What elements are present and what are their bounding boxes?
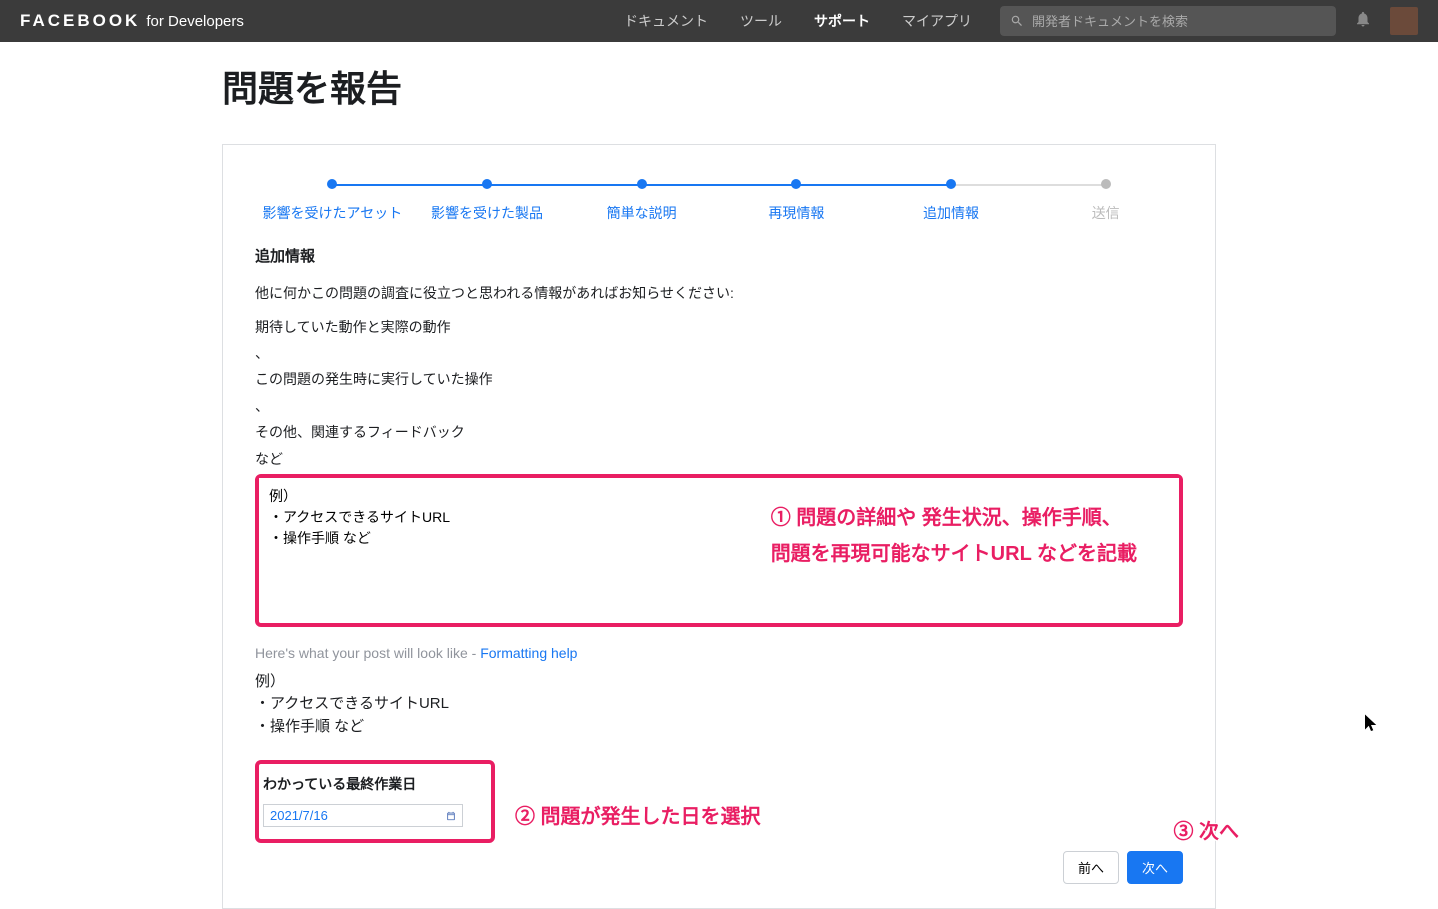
date-section: わかっている最終作業日 ② 問題が発生した日を選択 <box>255 760 495 843</box>
date-input[interactable] <box>270 808 446 823</box>
help-comma-2: 、 <box>255 395 1183 417</box>
step-label: 影響を受けた製品 <box>410 203 565 223</box>
step-assets[interactable]: 影響を受けたアセット <box>255 179 410 223</box>
step-label: 送信 <box>1028 203 1183 223</box>
step-label: 影響を受けたアセット <box>255 203 410 223</box>
brand-sub-text: for Developers <box>146 13 244 30</box>
page-title: 問題を報告 <box>222 60 1216 112</box>
nav-links: ドキュメント ツール サポート マイアプリ <box>624 11 972 31</box>
formatting-help-link[interactable]: Formatting help <box>480 645 577 661</box>
form-card: 影響を受けたアセット 影響を受けた製品 簡単な説明 再現情報 追加情報 送信 <box>222 144 1216 909</box>
preview-label: Here's what your post will look like - F… <box>255 645 1183 661</box>
annotation-2: ② 問題が発生した日を選択 <box>515 800 761 829</box>
annotation-1: ① 問題の詳細や 発生状況、操作手順、 問題を再現可能なサイトURL などを記載 <box>771 500 1137 572</box>
annotation-1-line2: 問題を再現可能なサイトURL などを記載 <box>771 536 1137 572</box>
section-title: 追加情報 <box>255 245 1183 266</box>
step-label: 再現情報 <box>719 203 874 223</box>
calendar-icon[interactable] <box>446 809 456 823</box>
search-input[interactable] <box>1032 14 1326 29</box>
cursor-icon <box>1362 711 1380 733</box>
help-line-3: その他、関連するフィードバック <box>255 421 1183 443</box>
step-label: 追加情報 <box>874 203 1029 223</box>
date-annotation-box: わかっている最終作業日 <box>255 760 495 843</box>
stepper: 影響を受けたアセット 影響を受けた製品 簡単な説明 再現情報 追加情報 送信 <box>255 179 1183 223</box>
brand-main-text: FACEBOOK <box>20 11 140 31</box>
preview-line-2: ・アクセスできるサイトURL <box>255 693 1183 716</box>
prev-button[interactable]: 前へ <box>1063 851 1119 884</box>
help-comma-1: 、 <box>255 342 1183 364</box>
navbar: FACEBOOK for Developers ドキュメント ツール サポート … <box>0 0 1438 42</box>
step-label: 簡単な説明 <box>564 203 719 223</box>
search-icon <box>1010 14 1024 28</box>
next-button[interactable]: 次へ <box>1127 851 1183 884</box>
date-input-wrap[interactable] <box>263 804 463 827</box>
bell-icon[interactable] <box>1354 10 1372 33</box>
help-line-1: 期待していた動作と実際の動作 <box>255 316 1183 338</box>
avatar[interactable] <box>1390 7 1418 35</box>
preview-label-prefix: Here's what your post will look like - <box>255 645 480 661</box>
preview-line-1: 例） <box>255 671 1183 694</box>
preview-line-3: ・操作手順 など <box>255 716 1183 739</box>
help-line-2: この問題の発生時に実行していた操作 <box>255 368 1183 390</box>
nav-tools[interactable]: ツール <box>740 11 782 31</box>
nav-support[interactable]: サポート <box>814 11 870 31</box>
nav-docs[interactable]: ドキュメント <box>624 11 708 31</box>
footer-actions: ③ 次へ 前へ 次へ <box>255 851 1183 884</box>
help-intro: 他に何かこの問題の調査に役立つと思われる情報があればお知らせください: <box>255 284 1183 304</box>
help-line-4: など <box>255 448 1183 470</box>
date-label: わかっている最終作業日 <box>259 774 479 794</box>
nav-myapps[interactable]: マイアプリ <box>902 11 972 31</box>
annotation-1-line1: ① 問題の詳細や 発生状況、操作手順、 <box>771 500 1137 536</box>
details-textarea-wrapper: ① 問題の詳細や 発生状況、操作手順、 問題を再現可能なサイトURL などを記載 <box>255 474 1183 627</box>
preview-body: 例） ・アクセスできるサイトURL ・操作手順 など <box>255 671 1183 739</box>
brand[interactable]: FACEBOOK for Developers <box>20 11 244 31</box>
annotation-3: ③ 次へ <box>1173 815 1239 844</box>
search-box[interactable] <box>1000 6 1336 36</box>
